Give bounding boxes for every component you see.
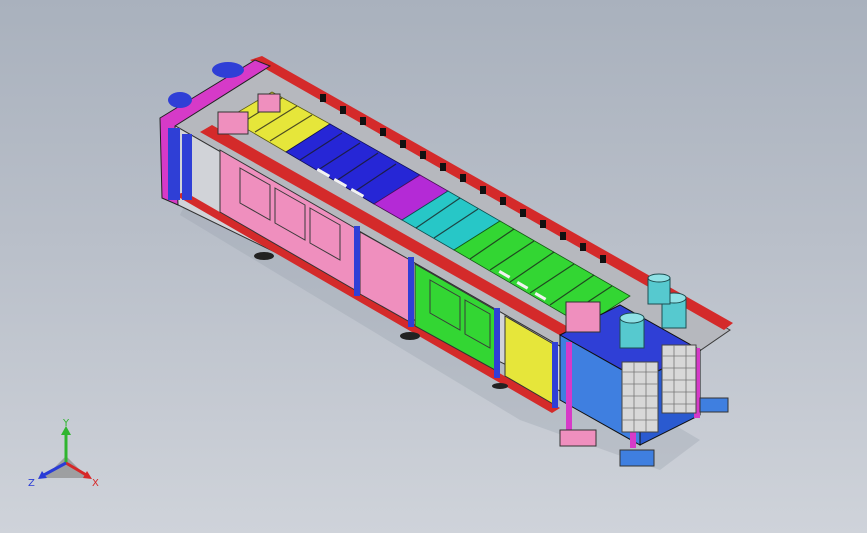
base-foot-1 xyxy=(559,429,597,447)
motor-back[interactable] xyxy=(647,273,671,305)
right-gearbox[interactable] xyxy=(565,301,601,333)
y-axis-label: Y xyxy=(62,418,70,429)
support-pad-1 xyxy=(254,252,274,260)
mesh-drum-right xyxy=(661,344,697,414)
3d-viewport[interactable]: Y X Z xyxy=(0,0,867,533)
mesh-drum-left xyxy=(621,361,659,433)
support-pad-2 xyxy=(400,332,420,340)
coordinate-triad: Y X Z xyxy=(28,418,99,489)
left-end-post xyxy=(168,128,180,200)
z-axis-label: Z xyxy=(28,478,35,489)
conveyor-assembly-model[interactable] xyxy=(0,0,867,533)
base-foot-3 xyxy=(619,449,655,467)
support-pad-3 xyxy=(492,383,508,389)
base-foot-2 xyxy=(699,397,729,413)
x-axis-label: X xyxy=(92,478,99,489)
motor-left[interactable] xyxy=(619,312,645,349)
left-roller-cap-2 xyxy=(168,92,192,108)
left-roller-cap xyxy=(212,62,244,78)
left-end-post-2 xyxy=(182,134,192,200)
